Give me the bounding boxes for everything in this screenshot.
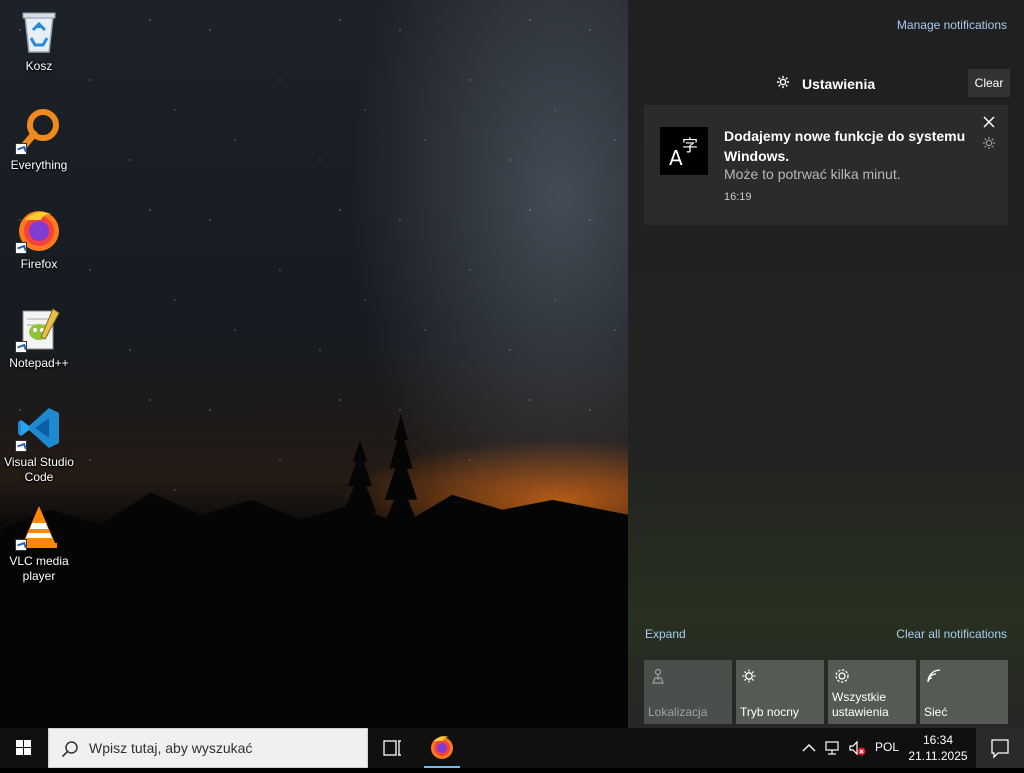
- notification-settings-icon[interactable]: [982, 136, 996, 150]
- quick-action-label: Tryb nocny: [740, 705, 799, 719]
- desktop-icon-label: Everything: [10, 158, 68, 172]
- volume-muted-icon[interactable]: [848, 739, 866, 757]
- shortcut-arrow-icon: [15, 143, 27, 155]
- desktop-icon-everything[interactable]: Everything: [2, 107, 76, 173]
- shortcut-arrow-icon: [15, 242, 27, 254]
- taskbar: Wpisz tutaj, aby wyszukać POL 16:34 21.1…: [0, 728, 1024, 768]
- everything-search-icon: [15, 107, 63, 155]
- settings-icon: [834, 668, 850, 684]
- notification-title: Dodajemy nowe funkcje do systemu Windows…: [724, 128, 966, 164]
- vscode-icon: [15, 404, 63, 452]
- task-view-icon: [383, 740, 401, 756]
- clear-group-button[interactable]: Clear: [968, 69, 1010, 97]
- network-tray-icon[interactable]: [824, 739, 842, 757]
- clear-all-notifications-link[interactable]: Clear all notifications: [896, 627, 1007, 641]
- desktop-icon-vscode[interactable]: Visual Studio Code: [2, 404, 76, 485]
- desktop-icon-firefox[interactable]: Firefox: [2, 206, 76, 272]
- clock-date: 21.11.2025: [908, 749, 968, 763]
- language-icon: A 字: [660, 127, 708, 175]
- notification-time: 16:19: [724, 191, 752, 203]
- firefox-icon: [15, 206, 63, 254]
- expand-link[interactable]: Expand: [645, 627, 686, 641]
- location-icon: [650, 668, 666, 684]
- svg-text:A: A: [669, 146, 683, 170]
- shortcut-arrow-icon: [15, 341, 27, 353]
- quick-action-label: Sieć: [924, 705, 948, 719]
- chevron-up-icon[interactable]: [800, 739, 818, 757]
- desktop-icon-label: Notepad++: [9, 356, 69, 370]
- search-placeholder: Wpisz tutaj, aby wyszukać: [89, 740, 253, 756]
- desktop-icon-label: VLC media player: [9, 554, 69, 583]
- task-view-button[interactable]: [368, 728, 416, 768]
- desktop-icon-recycle-bin[interactable]: Kosz: [2, 8, 76, 74]
- notification-card[interactable]: A 字 Dodajemy nowe funkcje do systemu Win…: [644, 105, 1008, 225]
- quick-action-network[interactable]: Sieć: [920, 660, 1008, 724]
- quick-action-all-settings[interactable]: Wszystkie ustawienia: [828, 660, 916, 724]
- recycle-bin-icon: [15, 8, 63, 56]
- notification-icon: [991, 739, 1009, 759]
- taskbar-firefox-button[interactable]: [420, 728, 464, 768]
- action-center-button[interactable]: [976, 728, 1024, 768]
- desktop-icon-vlc[interactable]: VLC media player: [2, 503, 76, 584]
- shortcut-arrow-icon: [15, 539, 27, 551]
- input-language-indicator[interactable]: POL: [875, 740, 899, 754]
- desktop-icon-label: Firefox: [20, 257, 58, 271]
- manage-notifications-link[interactable]: Manage notifications: [897, 18, 1007, 32]
- quick-action-label: Lokalizacja: [648, 705, 708, 719]
- taskbar-search-box[interactable]: Wpisz tutaj, aby wyszukać: [48, 728, 368, 768]
- close-icon[interactable]: [982, 115, 996, 129]
- svg-text:字: 字: [682, 136, 698, 155]
- notification-group-header: Ustawienia: [776, 75, 875, 92]
- vlc-icon: [15, 503, 63, 551]
- wallpaper-stars: [0, 0, 628, 520]
- notification-group-title: Ustawienia: [802, 75, 876, 92]
- clock-time: 16:34: [922, 733, 954, 747]
- desktop-icon-label: Kosz: [25, 59, 53, 73]
- quick-action-label: Wszystkie ustawienia: [832, 690, 889, 719]
- quick-action-night-light[interactable]: Tryb nocny: [736, 660, 824, 724]
- firefox-icon: [431, 736, 453, 759]
- desktop-icon-notepadpp[interactable]: Notepad++: [2, 305, 76, 371]
- network-icon: [926, 668, 942, 684]
- desktop-icon-label: Visual Studio Code: [4, 455, 74, 484]
- quick-action-location[interactable]: Lokalizacja: [644, 660, 732, 724]
- taskbar-clock[interactable]: 16:34 21.11.2025: [906, 732, 970, 764]
- shortcut-arrow-icon: [15, 440, 27, 452]
- start-button[interactable]: [0, 728, 48, 768]
- action-center-panel: Manage notifications Ustawienia Clear A …: [628, 0, 1024, 728]
- night-light-icon: [742, 668, 758, 684]
- gear-icon: [776, 75, 790, 92]
- notepadpp-icon: [15, 305, 63, 353]
- windows-logo-icon: [16, 740, 31, 755]
- notification-body: Może to potrwać kilka minut.: [724, 166, 901, 182]
- search-icon: [61, 740, 79, 758]
